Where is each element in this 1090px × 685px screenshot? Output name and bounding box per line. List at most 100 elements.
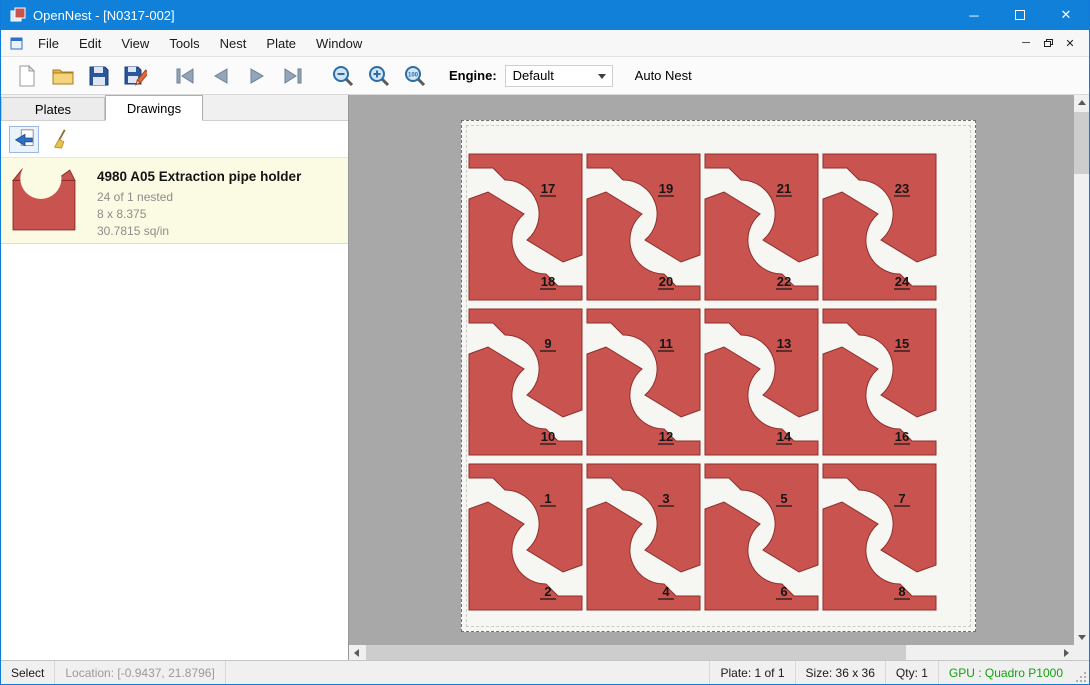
last-arrow-icon: [281, 64, 305, 88]
menu-item-view[interactable]: View: [111, 30, 159, 56]
save-icon: [87, 64, 111, 88]
part-number: 16: [895, 429, 909, 444]
assign-to-plate-button[interactable]: [9, 126, 39, 153]
menubar: FileEditViewToolsNestPlateWindow ─ ✕: [1, 30, 1089, 57]
nest-canvas[interactable]: 171819202122232491011121314151612345678: [349, 95, 1074, 645]
engine-select[interactable]: Default: [505, 65, 613, 87]
scroll-up-icon[interactable]: [1074, 95, 1089, 110]
part-number: 19: [659, 181, 673, 196]
child-close-button[interactable]: ✕: [1059, 33, 1081, 53]
nest-tile-9-10[interactable]: 910: [467, 307, 584, 457]
mdi-window-controls: ─ ✕: [1015, 33, 1089, 53]
scroll-right-icon[interactable]: [1059, 645, 1074, 660]
clear-nest-button[interactable]: [47, 126, 77, 153]
save-edit-button[interactable]: [117, 60, 153, 92]
zoom-in-button[interactable]: [361, 60, 397, 92]
first-plate-button[interactable]: [167, 60, 203, 92]
toolbar-separator: [311, 57, 325, 94]
nest-tile-5-6[interactable]: 56: [703, 462, 820, 612]
vertical-scroll-thumb[interactable]: [1074, 112, 1089, 174]
sidebar-tabstrip: Plates Drawings: [1, 95, 348, 121]
nest-tile-3-4[interactable]: 34: [585, 462, 702, 612]
engine-value: Default: [513, 68, 554, 83]
horizontal-scrollbar[interactable]: [349, 645, 1074, 660]
status-location: Location: [-0.9437, 21.8796]: [55, 661, 225, 685]
app-window: OpenNest - [N0317-002] ─ ✕ FileEditViewT…: [0, 0, 1090, 685]
part-number: 9: [544, 336, 551, 351]
drawing-list-item[interactable]: 4980 A05 Extraction pipe holder 24 of 1 …: [1, 157, 348, 244]
nest-tile-19-20[interactable]: 1920: [585, 152, 702, 302]
last-plate-button[interactable]: [275, 60, 311, 92]
tab-drawings[interactable]: Drawings: [105, 95, 203, 121]
part-number: 7: [898, 491, 905, 506]
maximize-icon: [1015, 10, 1025, 20]
part-number: 17: [541, 181, 555, 196]
nest-tile-17-18[interactable]: 1718: [467, 152, 584, 302]
resize-grip[interactable]: [1073, 661, 1089, 685]
sidebar-toolbar: [1, 121, 348, 157]
nest-tile-15-16[interactable]: 1516: [821, 307, 938, 457]
titlebar: OpenNest - [N0317-002] ─ ✕: [1, 0, 1089, 30]
child-restore-button[interactable]: [1037, 33, 1059, 53]
maximize-button[interactable]: [997, 0, 1043, 30]
part-number: 20: [659, 274, 673, 289]
document-icon[interactable]: [9, 36, 24, 51]
drawing-dimensions: 8 x 8.375: [97, 206, 301, 223]
nest-tile-7-8[interactable]: 78: [821, 462, 938, 612]
chevron-down-icon: [598, 74, 606, 79]
broom-icon: [51, 128, 73, 150]
new-file-icon: [15, 64, 39, 88]
plate[interactable]: 171819202122232491011121314151612345678: [461, 120, 976, 632]
scrollbar-corner: [1074, 645, 1089, 660]
new-file-button[interactable]: [9, 60, 45, 92]
main-area: Plates Drawings: [1, 95, 1089, 660]
svg-text:100: 100: [408, 72, 419, 78]
menu-item-nest[interactable]: Nest: [210, 30, 257, 56]
nest-tile-23-24[interactable]: 2324: [821, 152, 938, 302]
menu-item-plate[interactable]: Plate: [256, 30, 306, 56]
status-gpu: GPU : Quadro P1000: [938, 661, 1073, 685]
zoom-fit-icon: 100: [403, 64, 427, 88]
menu-item-file[interactable]: File: [28, 30, 69, 56]
restore-icon: [1044, 39, 1053, 47]
canvas-wrap: 171819202122232491011121314151612345678: [349, 95, 1089, 660]
part-number: 5: [780, 491, 787, 506]
auto-nest-button[interactable]: Auto Nest: [629, 64, 698, 87]
save-button[interactable]: [81, 60, 117, 92]
part-number: 18: [541, 274, 555, 289]
part-number: 15: [895, 336, 909, 351]
nest-tile-11-12[interactable]: 1112: [585, 307, 702, 457]
child-minimize-button[interactable]: ─: [1015, 33, 1037, 53]
drawing-nested-count: 24 of 1 nested: [97, 189, 301, 206]
zoom-in-icon: [367, 64, 391, 88]
minimize-button[interactable]: ─: [951, 0, 997, 30]
tab-plates[interactable]: Plates: [1, 97, 105, 120]
horizontal-scroll-thumb[interactable]: [366, 645, 906, 660]
next-plate-button[interactable]: [239, 60, 275, 92]
vertical-scrollbar[interactable]: [1074, 95, 1089, 645]
part-number: 6: [780, 584, 787, 599]
nest-tile-21-22[interactable]: 2122: [703, 152, 820, 302]
close-button[interactable]: ✕: [1043, 0, 1089, 30]
save-edit-icon: [123, 64, 147, 88]
scroll-down-icon[interactable]: [1074, 630, 1089, 645]
menu-item-edit[interactable]: Edit: [69, 30, 111, 56]
menu-item-tools[interactable]: Tools: [159, 30, 209, 56]
part-number: 21: [777, 181, 791, 196]
nest-tile-13-14[interactable]: 1314: [703, 307, 820, 457]
nest-grid: 171819202122232491011121314151612345678: [467, 152, 938, 612]
previous-plate-button[interactable]: [203, 60, 239, 92]
nest-tile-1-2[interactable]: 12: [467, 462, 584, 612]
status-qty: Qty: 1: [885, 661, 938, 685]
zoom-fit-button[interactable]: 100: [397, 60, 433, 92]
drawing-title: 4980 A05 Extraction pipe holder: [97, 169, 301, 184]
zoom-out-button[interactable]: [325, 60, 361, 92]
resize-grip-icon: [1075, 671, 1087, 683]
toolbar-separator: [153, 57, 167, 94]
status-mode: Select: [1, 661, 55, 685]
scroll-left-icon[interactable]: [349, 645, 364, 660]
open-file-button[interactable]: [45, 60, 81, 92]
menu-item-window[interactable]: Window: [306, 30, 372, 56]
part-number: 3: [662, 491, 669, 506]
page-arrow-icon: [13, 128, 35, 150]
